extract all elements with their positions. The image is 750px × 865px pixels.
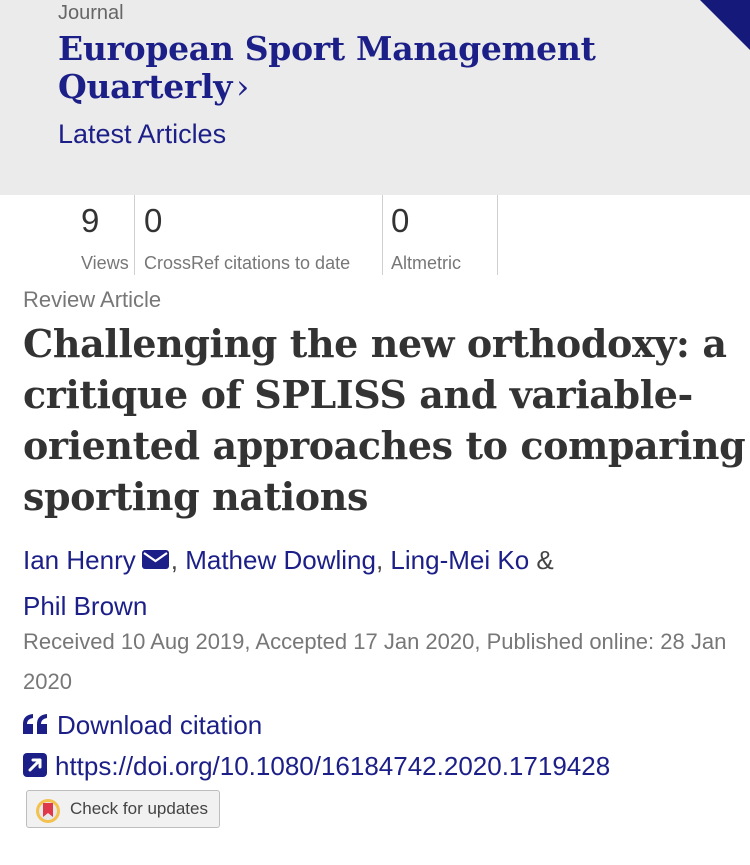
metric-views: 9 Views bbox=[0, 195, 135, 275]
author-ampersand: & bbox=[536, 545, 554, 575]
altmetric-label[interactable]: Altmetric bbox=[391, 253, 461, 274]
download-citation-label[interactable]: Download citation bbox=[57, 710, 262, 740]
journal-title-link[interactable]: European Sport Management Quarterly › bbox=[58, 30, 698, 106]
journal-title-text[interactable]: European Sport Management Quarterly bbox=[58, 29, 596, 106]
quote-icon bbox=[23, 714, 47, 735]
article-title: Challenging the new orthodoxy: a critiqu… bbox=[23, 321, 746, 519]
chevron-right-icon[interactable]: › bbox=[236, 67, 249, 106]
metric-crossref[interactable]: 0 CrossRef citations to date bbox=[134, 195, 383, 275]
author-separator: , bbox=[170, 545, 178, 575]
crossref-label[interactable]: CrossRef citations to date bbox=[144, 253, 350, 274]
journal-kicker: Journal bbox=[58, 2, 124, 24]
author-mathew-dowling[interactable]: Mathew Dowling bbox=[185, 545, 376, 575]
publication-dates: Received 10 Aug 2019, Accepted 17 Jan 20… bbox=[23, 629, 727, 694]
altmetric-count[interactable]: 0 bbox=[391, 202, 409, 240]
views-count: 9 bbox=[81, 202, 100, 239]
crossmark-icon bbox=[36, 799, 60, 823]
author-ling-mei-ko[interactable]: Ling-Mei Ko bbox=[390, 545, 529, 575]
download-citation-link[interactable]: Download citation bbox=[23, 710, 262, 741]
email-icon[interactable] bbox=[141, 549, 169, 569]
doi-url[interactable]: https://doi.org/10.1080/16184742.2020.17… bbox=[55, 751, 610, 781]
views-label: Views bbox=[81, 253, 129, 273]
metric-altmetric[interactable]: 0 Altmetric bbox=[382, 195, 498, 275]
journal-header: Journal European Sport Management Quarte… bbox=[0, 0, 750, 195]
article-type: Review Article bbox=[23, 287, 162, 312]
author-list: Ian Henry, Mathew Dowling, Ling-Mei Ko &… bbox=[23, 537, 723, 629]
author-ian-henry[interactable]: Ian Henry bbox=[23, 545, 136, 575]
latest-articles-link[interactable]: Latest Articles bbox=[58, 119, 226, 150]
check-for-updates-label[interactable]: Check for updates bbox=[70, 799, 208, 819]
author-separator: , bbox=[375, 545, 384, 575]
external-link-icon bbox=[23, 753, 47, 778]
doi-link[interactable]: https://doi.org/10.1080/16184742.2020.17… bbox=[23, 751, 610, 782]
author-phil-brown[interactable]: Phil Brown bbox=[23, 591, 147, 621]
check-for-updates-button[interactable]: Check for updates bbox=[26, 790, 220, 828]
corner-ribbon bbox=[700, 0, 750, 50]
crossref-count[interactable]: 0 bbox=[144, 202, 162, 240]
